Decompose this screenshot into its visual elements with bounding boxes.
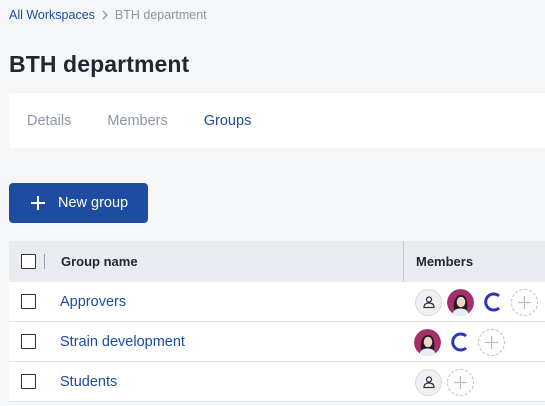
column-header-members: Members	[416, 254, 474, 269]
tab-members[interactable]: Members	[107, 113, 167, 129]
table-row: Strain development	[9, 322, 545, 362]
chevron-right-icon	[101, 10, 109, 20]
members-cell	[415, 282, 543, 322]
add-member-icon[interactable]	[478, 328, 505, 356]
new-group-button[interactable]: New group	[9, 183, 148, 223]
row-checkbox[interactable]	[21, 334, 36, 349]
group-name-link[interactable]: Approvers	[60, 294, 126, 310]
table-header: Group name Members	[9, 241, 545, 282]
avatar[interactable]	[447, 288, 474, 316]
row-checkbox[interactable]	[21, 294, 36, 309]
group-name-link[interactable]: Students	[60, 374, 117, 390]
table-row: Approvers	[9, 282, 545, 322]
new-group-label: New group	[58, 195, 129, 211]
letter-c-icon[interactable]	[446, 329, 473, 356]
user-icon[interactable]	[415, 288, 442, 316]
page-title: BTH department	[9, 51, 190, 77]
user-icon[interactable]	[415, 368, 442, 396]
header-separator	[44, 254, 45, 269]
plus-icon	[31, 196, 45, 210]
avatar[interactable]	[414, 328, 441, 356]
members-cell	[415, 362, 479, 402]
column-divider[interactable]	[403, 241, 404, 282]
group-name-link[interactable]: Strain development	[60, 334, 185, 350]
column-header-group-name[interactable]: Group name	[61, 254, 138, 269]
tab-details[interactable]: Details	[27, 113, 71, 129]
breadcrumb-all-workspaces[interactable]: All Workspaces	[9, 8, 95, 22]
breadcrumb-current: BTH department	[114, 8, 207, 22]
row-checkbox[interactable]	[21, 374, 36, 389]
members-cell	[414, 322, 510, 362]
letter-c-icon[interactable]	[479, 289, 506, 316]
breadcrumb: All Workspaces BTH department	[9, 8, 207, 22]
select-all-checkbox[interactable]	[21, 254, 36, 269]
tab-groups[interactable]: Groups	[204, 113, 252, 129]
add-member-icon[interactable]	[447, 368, 474, 396]
tab-bar: Details Members Groups	[9, 93, 545, 148]
add-member-icon[interactable]	[511, 288, 538, 316]
groups-table: Group name Members Approvers Strain deve…	[9, 241, 545, 402]
table-row: Students	[9, 362, 545, 402]
